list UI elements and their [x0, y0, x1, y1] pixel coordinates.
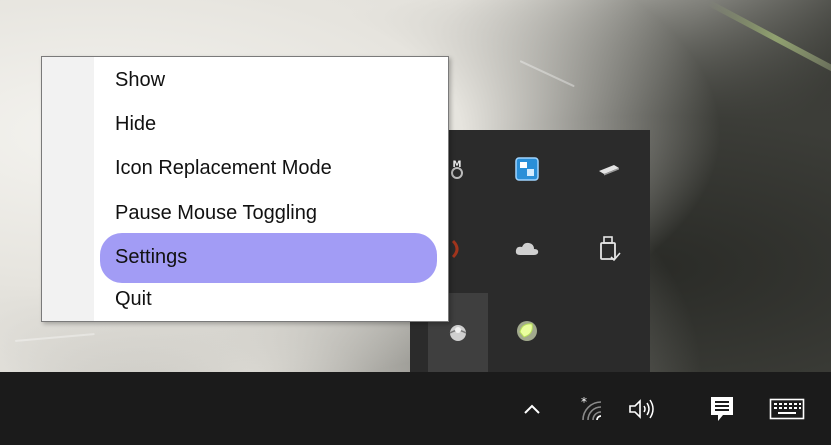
menu-item-icon-replacement-mode[interactable]: Icon Replacement Mode: [100, 149, 437, 187]
wallpaper-streak: [14, 333, 95, 342]
menu-item-quit[interactable]: Quit: [100, 280, 437, 318]
menu-icon-gutter: [42, 57, 94, 321]
tray-context-menu: Show Hide Icon Replacement Mode Pause Mo…: [41, 56, 449, 322]
green-leaf-icon[interactable]: [498, 302, 556, 360]
wifi-icon[interactable]: *: [570, 372, 610, 445]
svg-text:*: *: [581, 395, 587, 409]
onedrive-cloud-icon[interactable]: [498, 220, 556, 278]
safely-remove-usb-icon[interactable]: [580, 220, 638, 278]
taskbar: *: [0, 372, 831, 445]
network-drive-app-icon[interactable]: [498, 140, 556, 198]
usb-stick-icon[interactable]: [580, 140, 638, 198]
menu-item-settings[interactable]: Settings: [100, 233, 437, 283]
chevron-up-icon[interactable]: [512, 372, 552, 445]
menu-item-hide[interactable]: Hide: [100, 105, 437, 143]
menu-item-pause-mouse-toggling[interactable]: Pause Mouse Toggling: [100, 194, 437, 232]
desktop-wallpaper: M * Show Hide Icon Replacement Mode Paus…: [0, 0, 831, 445]
wallpaper-streak: [519, 60, 575, 88]
wallpaper-leaf: [707, 0, 831, 76]
volume-icon[interactable]: [620, 372, 664, 445]
menu-item-show[interactable]: Show: [100, 61, 437, 99]
action-center-icon[interactable]: [700, 372, 744, 445]
touch-keyboard-icon[interactable]: [762, 372, 812, 445]
